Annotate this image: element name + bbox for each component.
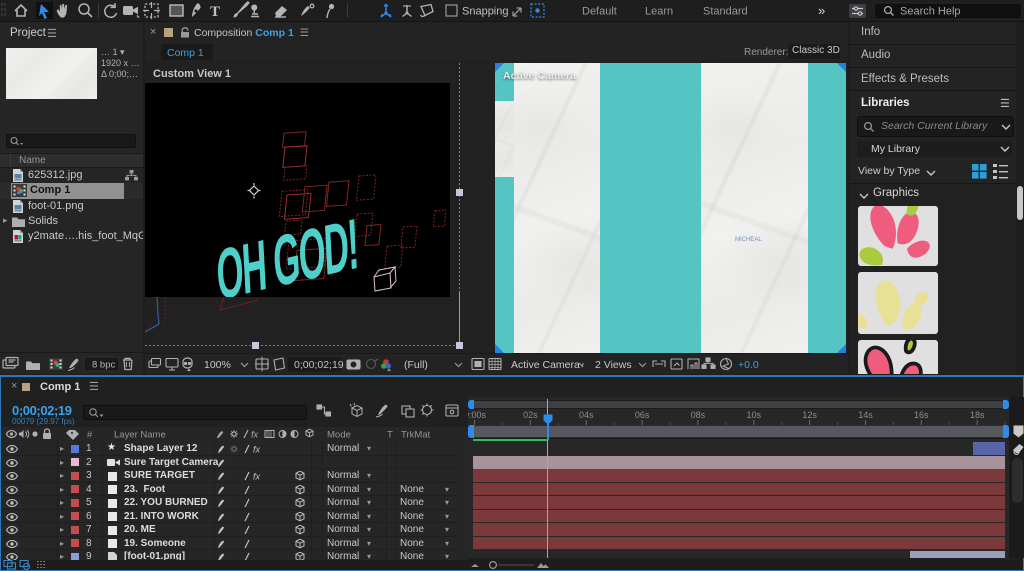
svg-text:Default: Default [582,6,617,18]
svg-text:02s: 02s [523,410,538,420]
svg-text:Standard: Standard [703,6,748,18]
svg-text:fx: fx [253,445,261,455]
svg-text:»: » [818,3,825,18]
svg-text:12s: 12s [802,410,817,420]
svg-text:Search Help: Search Help [900,6,961,18]
svg-text:T: T [210,4,220,20]
svg-text:(Full): (Full) [404,359,428,371]
svg-text:100%: 100% [204,359,231,371]
svg-text:OH GOD!: OH GOD! [215,203,360,297]
svg-text:fx: fx [253,472,261,482]
svg-text:TrkMat: TrkMat [401,430,431,441]
svg-text:06s: 06s [635,410,650,420]
svg-text:Learn: Learn [645,6,673,18]
svg-text:2 Views: 2 Views [595,359,632,371]
svg-text:10s: 10s [747,410,762,420]
svg-text:T: T [387,430,393,441]
svg-text:Active Camera: Active Camera [511,359,580,371]
svg-text:0:00s: 0:00s [468,410,487,420]
svg-text:18s: 18s [970,410,985,420]
svg-text:Snapping: Snapping [462,6,509,18]
svg-text:08s: 08s [691,410,706,420]
svg-text:04s: 04s [579,410,594,420]
svg-text:16s: 16s [914,410,929,420]
svg-text:0;00;02;19: 0;00;02;19 [294,359,344,371]
svg-text:#: # [87,430,93,441]
svg-text:14s: 14s [858,410,873,420]
svg-text:+0.0: +0.0 [738,359,759,371]
svg-text:Layer Name: Layer Name [114,430,166,441]
svg-text:8 bpc: 8 bpc [92,360,115,371]
svg-text:fx: fx [251,430,259,440]
svg-text:Mode: Mode [327,430,351,441]
